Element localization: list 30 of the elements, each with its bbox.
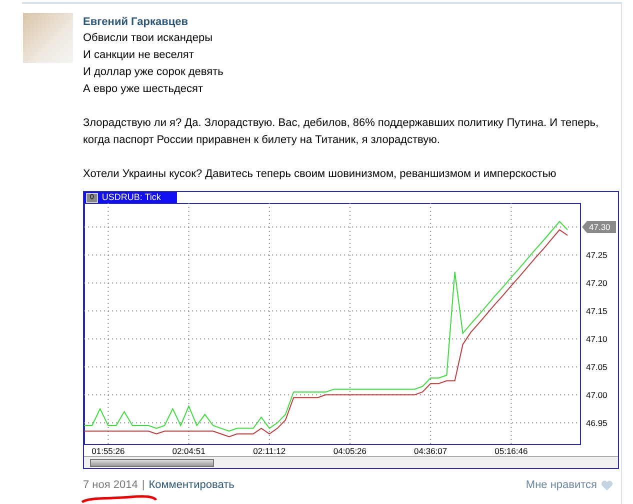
avatar-photo-placeholder [23,13,73,63]
axis-label: 47.15 [586,306,608,316]
axis-label: 47.00 [586,390,608,400]
axis-label: 04:36:07 [414,446,448,456]
axis-label: 05:16:46 [494,446,528,456]
post-paragraph: Злорадствую ли я? Да. Злорадствую. Вас, дебилов, 86% поддержавших политику Путина. И теперь, когда паспорт России приравнен к билету на Титаник, я злорадствую. [83,116,600,148]
axis-label: 01:55:26 [92,446,125,456]
axis-label: 46.95 [586,418,608,428]
heart-icon [601,480,613,490]
post-paragraph: Хотели Украины кусок? Давитесь теперь своим шовинизмом, реваншизмом и имперскостью [83,167,558,182]
poem-line: А евро уже шестьдесят [83,82,204,97]
like-button[interactable]: Мне нравится [526,479,613,491]
axis-label: 47.05 [586,362,608,372]
price-tag: 47.30 [582,221,616,234]
axis-label: 04:05:26 [333,446,367,456]
axis-label: 47.20 [586,278,608,288]
axis-label: 47.10 [586,334,608,344]
axis-label: 02:04:51 [172,446,206,456]
post-date: 7 ноя 2014 [83,479,138,491]
separator: | [142,479,145,491]
chart-title: USDRUB: Tick [102,192,161,203]
author-name[interactable]: Евгений Гаркавцев [83,14,621,30]
scrollbar[interactable] [84,456,618,468]
axis-label: 02:11:12 [253,446,286,456]
comment-link[interactable]: Комментировать [148,479,234,491]
poem-line: И доллар уже сорок девять [83,65,224,80]
scroll-thumb[interactable] [90,458,214,466]
poem-line: И санкции не веселят [83,48,195,63]
poem-line: Обвисли твои искандеры [83,31,214,46]
axis-label: 47.25 [586,250,608,260]
